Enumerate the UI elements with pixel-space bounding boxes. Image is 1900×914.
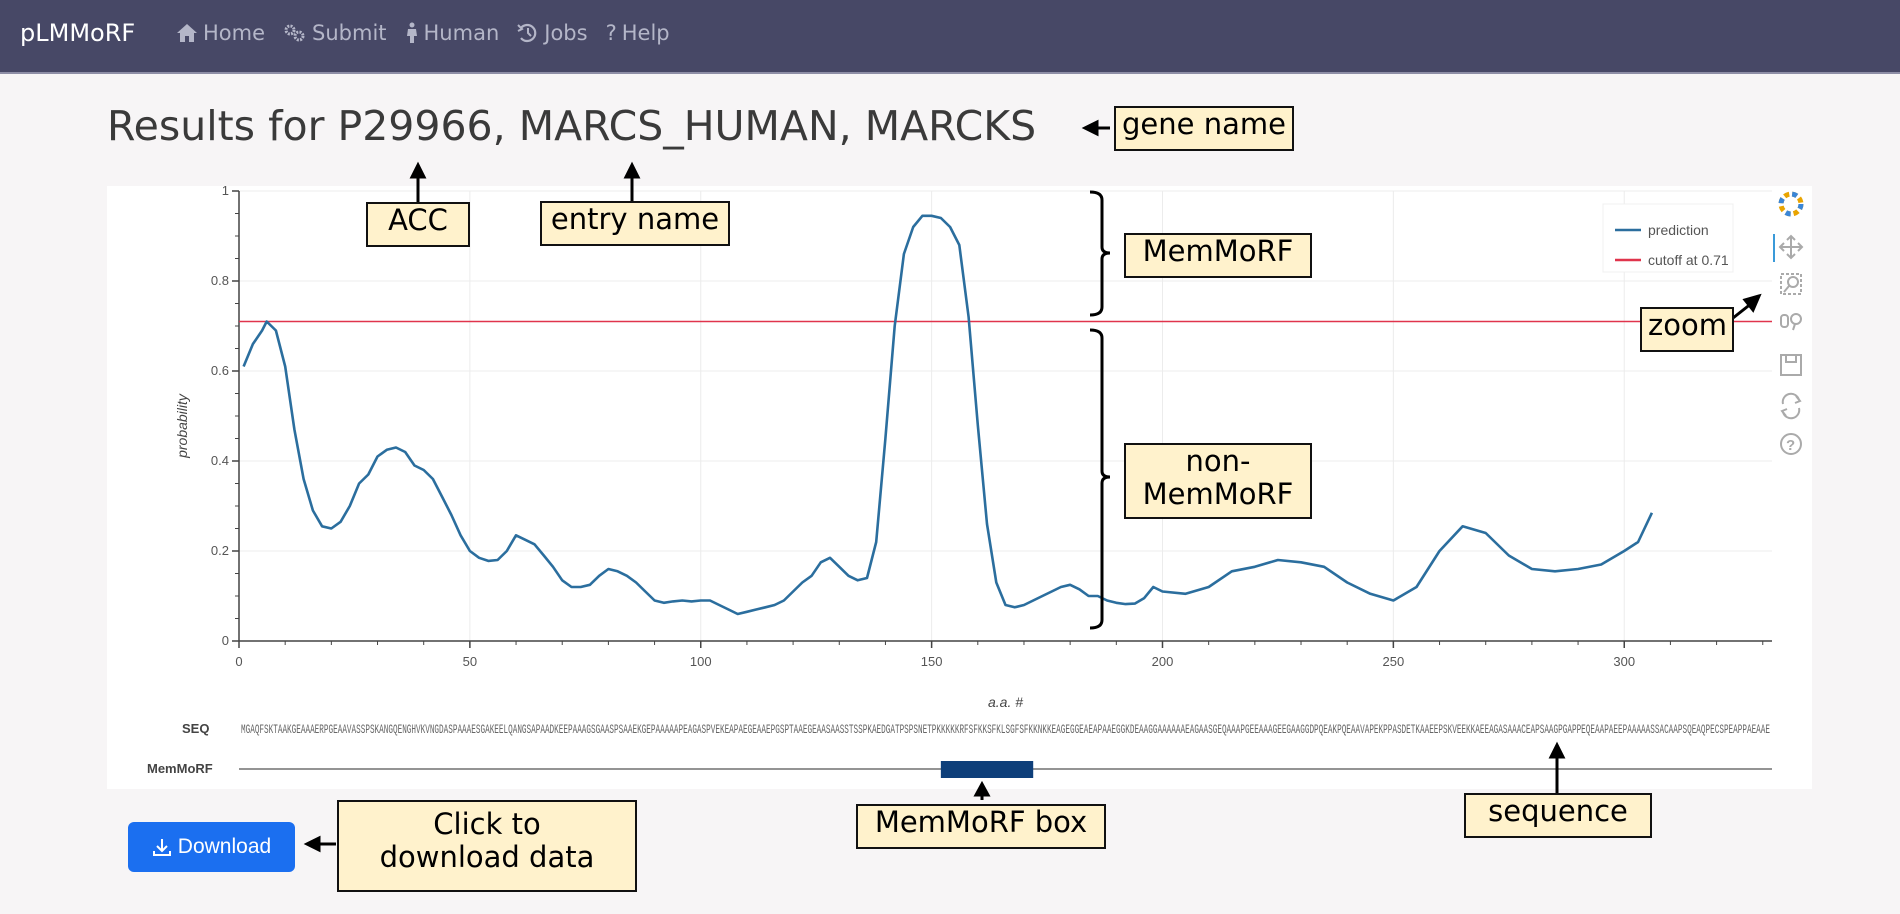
brand-logo[interactable]: pLMMoRF xyxy=(20,19,135,47)
person-icon xyxy=(406,22,417,43)
x-tick-label: 0 xyxy=(235,654,242,669)
y-tick-label: 1 xyxy=(222,186,229,198)
annotation-acc: ACC xyxy=(366,202,470,247)
annotation-download: Click to download data xyxy=(337,800,637,892)
memmorf-track-label: MemMoRF xyxy=(147,761,213,776)
nav-submit-label: Submit xyxy=(312,21,387,45)
axes: 0 0.2 0.4 0.6 0.8 1 0 50 100 150 200 250 300 xyxy=(211,186,1772,669)
y-tick-label: 0.8 xyxy=(211,273,229,288)
legend-label-cutoff: cutoff at 0.71 xyxy=(1648,252,1729,268)
navbar: pLMMoRF Home Submit Human Jobs ? Help xyxy=(0,0,1900,74)
annotation-memmorf: MemMoRF xyxy=(1124,233,1312,278)
download-button[interactable]: Download xyxy=(128,822,295,872)
annotation-gene-name: gene name xyxy=(1114,106,1294,151)
x-tick-label: 200 xyxy=(1152,654,1174,669)
sequence-track: MGAQFSKTAAKGEAAAERPGEAAVASSPSKANGQENGHVK… xyxy=(241,722,1770,737)
save-icon[interactable] xyxy=(1780,354,1802,376)
nav-jobs-label: Jobs xyxy=(544,21,588,45)
x-tick-label: 300 xyxy=(1613,654,1635,669)
box-zoom-icon[interactable] xyxy=(1780,273,1802,295)
nav-jobs[interactable]: Jobs xyxy=(517,21,588,45)
annotation-sequence: sequence xyxy=(1464,793,1652,838)
gears-icon xyxy=(284,24,305,42)
nav-home-label: Home xyxy=(203,21,266,45)
sequence-text: MGAQFSKTAAKGEAAAERPGEAAVASSPSKANGQENGHVK… xyxy=(241,722,1770,737)
page-title: Results for P29966, MARCS_HUMAN, MARCKS xyxy=(107,102,1037,150)
y-tick-label: 0 xyxy=(222,633,229,648)
toolbar: ? xyxy=(1773,191,1804,455)
legend-label-prediction: prediction xyxy=(1648,222,1709,238)
nav-human[interactable]: Human xyxy=(405,21,500,45)
memmorf-box xyxy=(940,761,1034,778)
prediction-line xyxy=(242,214,1654,616)
prediction-chart[interactable]: 0 0.2 0.4 0.6 0.8 1 0 50 100 150 200 250 300 probabi… xyxy=(107,186,1812,789)
y-tick-label: 0.6 xyxy=(211,363,229,378)
svg-text:?: ? xyxy=(1786,437,1795,454)
history-icon xyxy=(517,23,537,43)
nav-submit[interactable]: Submit xyxy=(283,21,387,45)
x-tick-label: 100 xyxy=(690,654,712,669)
memmorf-regions xyxy=(940,761,1034,778)
reset-icon[interactable] xyxy=(1780,392,1802,420)
y-tick-label: 0.4 xyxy=(211,453,229,468)
wheel-zoom-icon[interactable] xyxy=(1780,313,1802,331)
y-axis-label: probability xyxy=(174,393,190,459)
annotation-memmorf-box: MemMoRF box xyxy=(856,804,1106,849)
download-icon xyxy=(152,839,171,856)
pan-icon[interactable] xyxy=(1778,234,1804,260)
nav-help-label: Help xyxy=(621,21,670,45)
seq-track-label: SEQ xyxy=(182,721,209,736)
legend: prediction cutoff at 0.71 xyxy=(1602,203,1734,273)
grid xyxy=(238,190,1772,642)
x-axis-label: a.a. # xyxy=(988,694,1023,710)
annotation-zoom: zoom xyxy=(1640,307,1734,352)
download-label: Download xyxy=(177,835,272,858)
help-icon[interactable]: ? xyxy=(1780,433,1802,455)
annotation-non-memmorf: non- MemMoRF xyxy=(1124,443,1312,519)
x-tick-label: 150 xyxy=(921,654,943,669)
question-icon: ? xyxy=(605,21,617,45)
y-tick-label: 0.2 xyxy=(211,543,229,558)
x-tick-label: 250 xyxy=(1383,654,1405,669)
home-icon xyxy=(177,24,197,42)
annotation-entry-name: entry name xyxy=(540,201,730,246)
nav-home[interactable]: Home xyxy=(176,21,265,45)
x-tick-label: 50 xyxy=(463,654,477,669)
nav-menu: Home Submit Human Jobs ? Help xyxy=(176,21,670,45)
bokeh-logo-icon[interactable] xyxy=(1778,191,1804,217)
plot-card: 0 0.2 0.4 0.6 0.8 1 0 50 100 150 200 250 300 probabi… xyxy=(107,186,1812,789)
nav-help[interactable]: ? Help xyxy=(606,21,670,45)
nav-human-label: Human xyxy=(423,21,500,45)
